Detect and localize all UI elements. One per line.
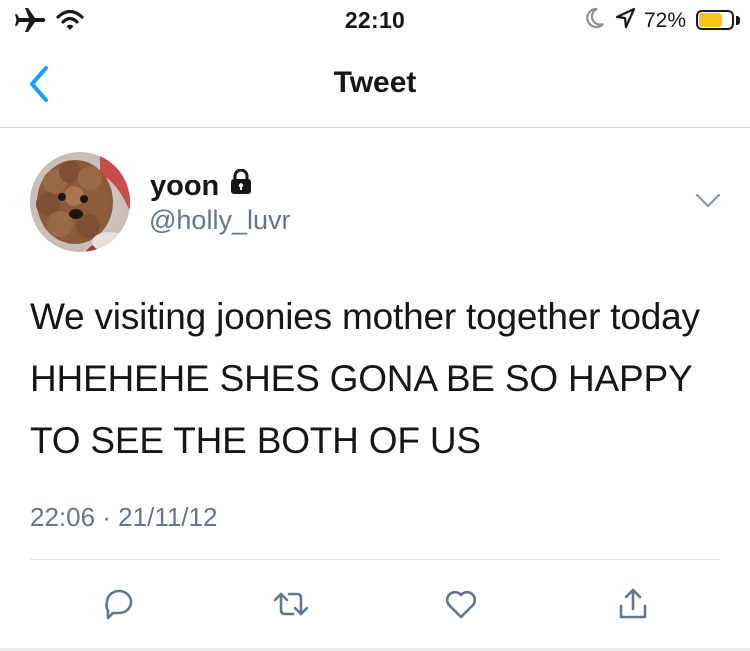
battery-level-fill: [699, 12, 722, 27]
nav-divider: [0, 127, 750, 128]
reply-icon: [105, 589, 133, 620]
nav-bar: Tweet: [0, 44, 750, 128]
battery-icon: [696, 9, 740, 32]
status-right: 72%: [584, 6, 740, 35]
retweet-icon: [273, 592, 309, 616]
display-name-text: yoon: [150, 169, 220, 202]
dog-avatar-image: [30, 152, 130, 252]
reply-button[interactable]: [99, 584, 139, 624]
like-button[interactable]: [441, 584, 481, 624]
share-icon: [619, 588, 647, 619]
retweet-button[interactable]: [271, 584, 311, 624]
location-arrow-icon: [614, 6, 636, 35]
tweet-options-button[interactable]: [694, 192, 722, 210]
tweet-timestamp[interactable]: 22:06 · 21/11/12: [30, 502, 217, 533]
lock-icon: [229, 168, 253, 203]
status-bar: 22:10 72%: [0, 0, 750, 44]
moon-icon: [584, 6, 606, 35]
tweet-text: We visiting joonies mother together toda…: [30, 296, 700, 461]
avatar[interactable]: [30, 152, 130, 252]
heart-icon: [445, 590, 477, 619]
author-handle[interactable]: @holly_luvr: [149, 205, 290, 236]
share-button[interactable]: [613, 584, 653, 624]
battery-percent: 72%: [643, 8, 686, 32]
author-name[interactable]: yoon: [150, 168, 253, 203]
chevron-down-icon: [695, 193, 721, 208]
action-divider: [30, 559, 720, 560]
page-title: Tweet: [333, 66, 417, 99]
tweet-detail-screen: 22:10 72% Tweet yoon @holly_luvr We visi…: [0, 0, 750, 651]
